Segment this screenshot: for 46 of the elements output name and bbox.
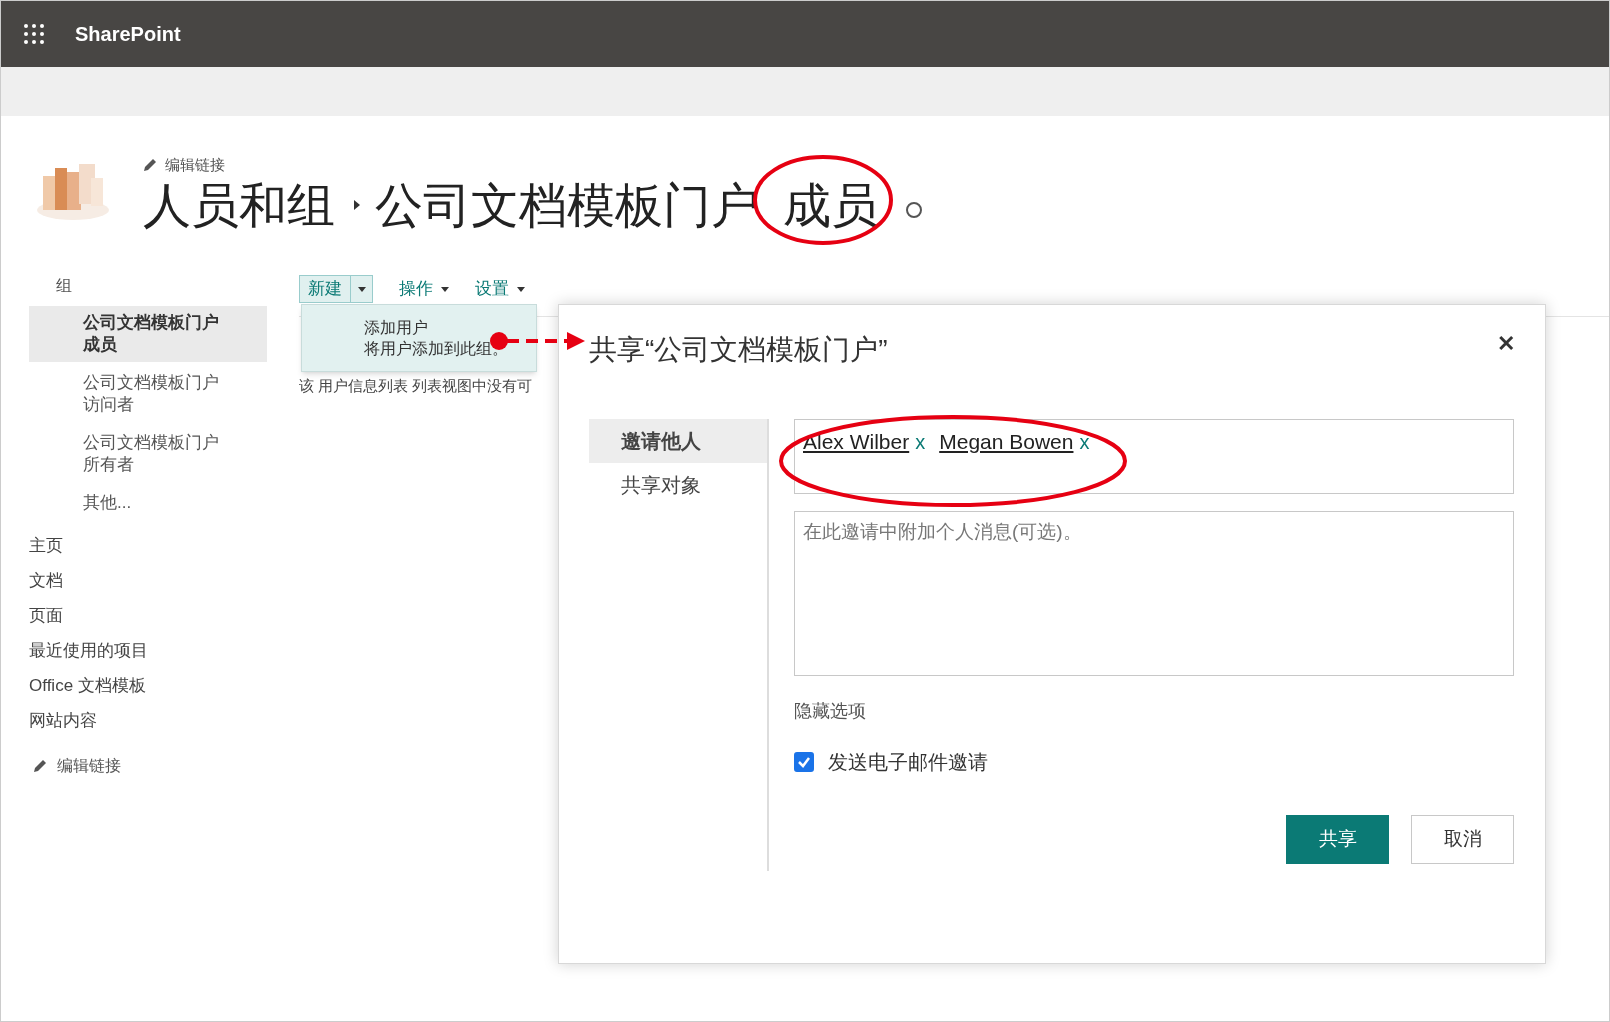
close-button[interactable]: ✕ [1497, 333, 1515, 355]
dialog-title: 共享“公司文档模板门户” [589, 333, 888, 367]
menu-button[interactable]: 设置 [475, 275, 525, 304]
nav-link[interactable]: 页面 [29, 598, 269, 634]
edit-link[interactable]: 编辑链接 [57, 754, 121, 779]
dialog-tab[interactable]: 邀请他人 [589, 419, 767, 463]
checkmark-icon [797, 755, 811, 769]
menu-item-description: 将用户添加到此组。 [364, 339, 509, 359]
info-icon[interactable] [905, 201, 923, 220]
menu-item-title[interactable]: 添加用户 [364, 317, 536, 338]
nav-group-item[interactable]: 公司文档模板门户所有者 [29, 426, 267, 483]
remove-person-button[interactable]: x [1079, 427, 1090, 457]
nav-heading: 组 [55, 276, 73, 297]
page-title: 公司文档模板门户 [375, 177, 759, 234]
dialog-tab[interactable]: 共享对象 [589, 463, 767, 507]
nav-group-item[interactable]: 其他... [29, 486, 267, 521]
caret-icon [357, 286, 366, 292]
caret-icon [441, 286, 449, 292]
cancel-button[interactable]: 取消 [1411, 815, 1514, 864]
nav-link[interactable]: 主页 [29, 528, 269, 564]
dropdown-toggle[interactable] [351, 275, 373, 304]
send-email-checkbox[interactable] [794, 752, 814, 772]
app-title[interactable]: SharePoint [75, 19, 181, 49]
breadcrumb-link[interactable]: 人员和组 [143, 176, 335, 235]
new-button[interactable]: 新建 [299, 275, 351, 304]
empty-list-message: 该 用户信息列表 列表视图中没有可 [299, 376, 534, 397]
nav-link[interactable]: 文档 [29, 563, 269, 599]
pencil-icon [33, 759, 47, 774]
nav-group-item[interactable]: 公司文档模板门户成员 [29, 306, 267, 363]
nav-link[interactable]: Office 文档模板 [29, 668, 269, 704]
send-email-label: 发送电子邮件邀请 [828, 750, 988, 775]
breadcrumb-separator-icon [353, 199, 361, 212]
person-token[interactable]: Megan Bowen [939, 426, 1074, 458]
nav-link[interactable]: 最近使用的项目 [29, 633, 269, 669]
pencil-icon [143, 158, 157, 173]
hidden-options-label[interactable]: 隐藏选项 [794, 698, 1514, 725]
page-title-suffix: 成员 [783, 177, 879, 234]
edit-link[interactable]: 编辑链接 [165, 154, 225, 177]
app-launcher-icon[interactable] [23, 23, 45, 45]
nav-group-item[interactable]: 公司文档模板门户访问者 [29, 366, 267, 423]
menu-button[interactable]: 操作 [399, 275, 449, 304]
message-field[interactable]: 在此邀请中附加个人消息(可选)。 [794, 511, 1514, 676]
share-button[interactable]: 共享 [1286, 815, 1389, 864]
caret-icon [517, 286, 525, 292]
nav-link[interactable]: 网站内容 [29, 703, 269, 739]
remove-person-button[interactable]: x [915, 427, 926, 457]
